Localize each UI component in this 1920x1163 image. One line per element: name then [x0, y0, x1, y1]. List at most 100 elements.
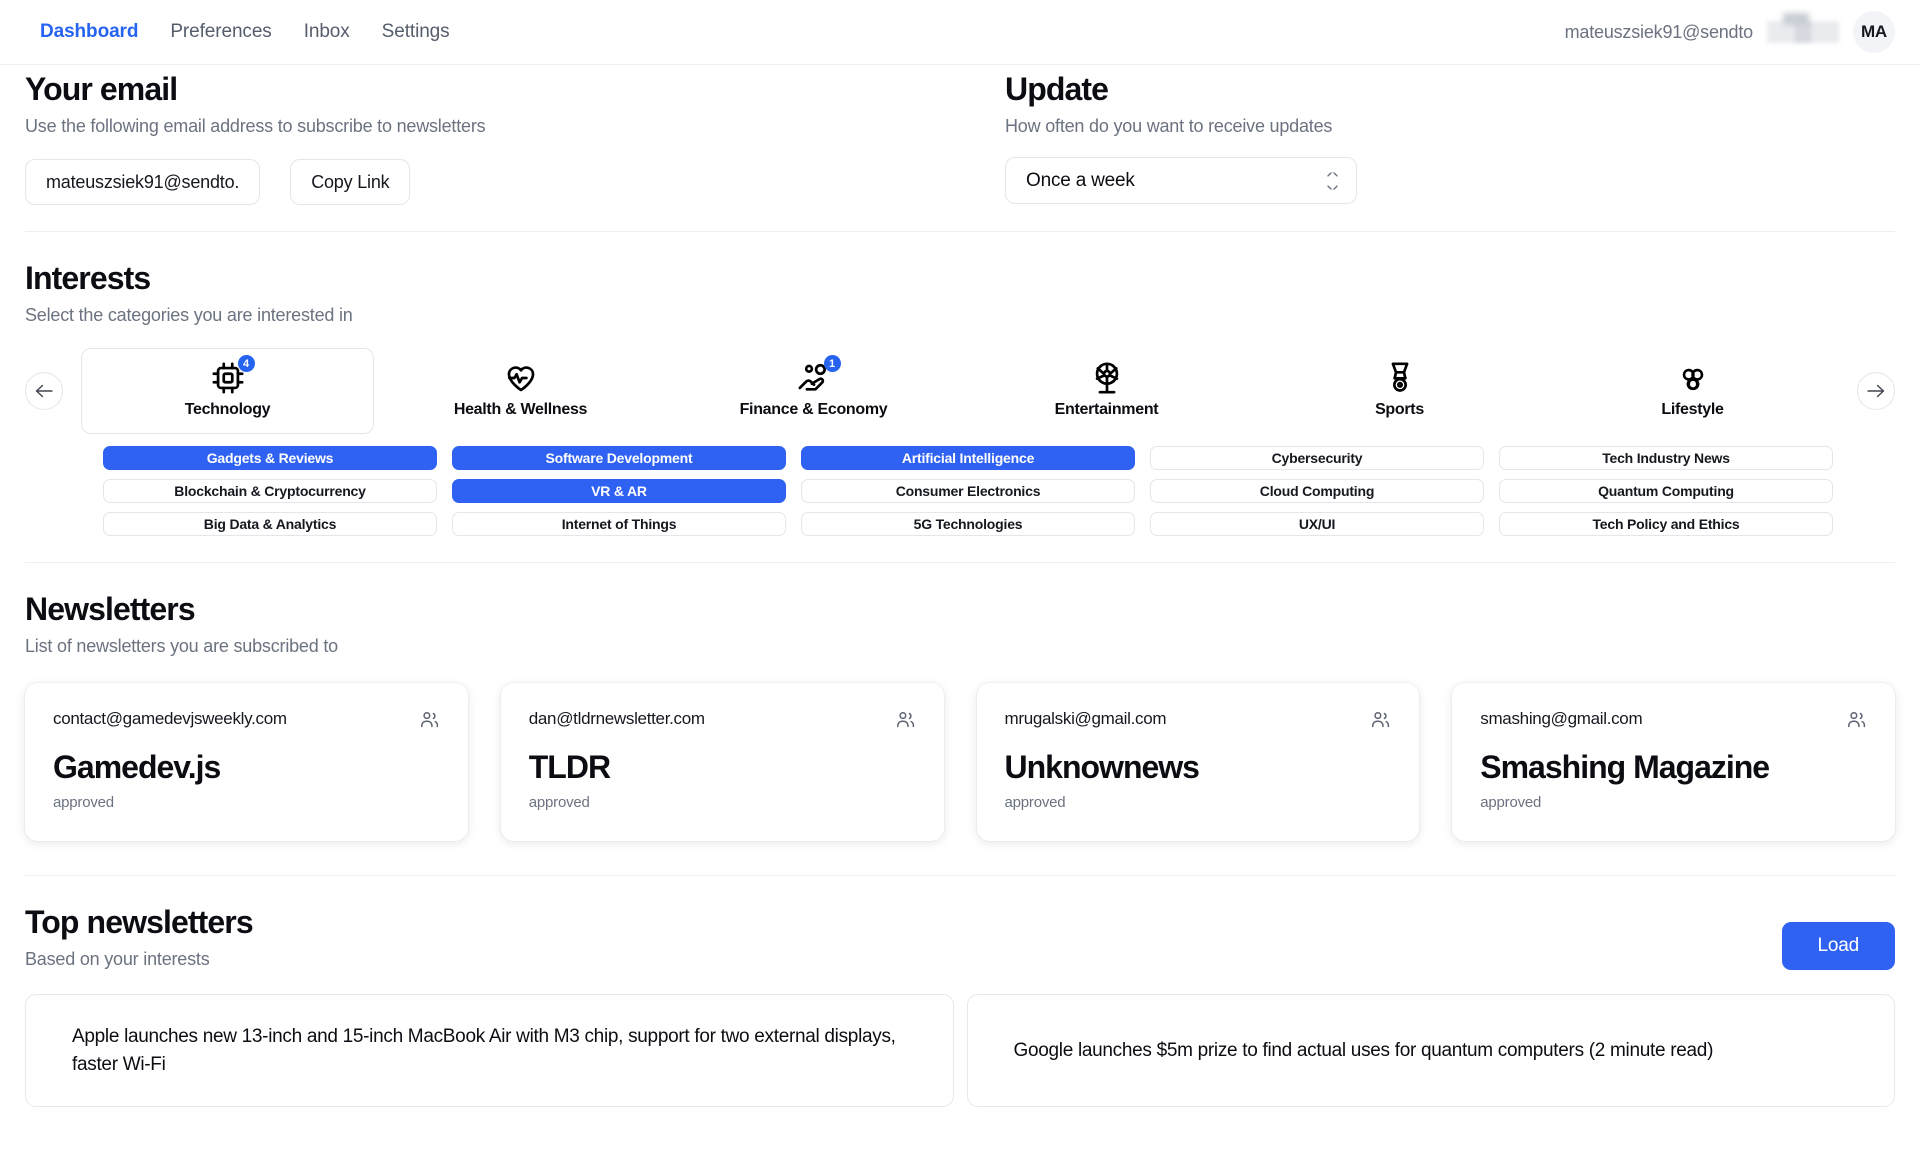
- newsletter-card-email: contact@gamedevjsweekly.com: [53, 709, 287, 729]
- email-address-field[interactable]: mateuszsiek91@sendto.: [25, 159, 260, 205]
- newsletter-card-status: approved: [53, 794, 440, 811]
- category-badge-technology: 4: [238, 355, 255, 372]
- chip-gadgets-reviews[interactable]: Gadgets & Reviews: [103, 446, 437, 470]
- newsletter-card-name: TLDR: [529, 749, 916, 786]
- chip-quantum-computing[interactable]: Quantum Computing: [1499, 479, 1833, 503]
- newsletter-card-status: approved: [529, 794, 916, 811]
- top-newsletters-title: Top newsletters: [25, 904, 253, 941]
- category-badge-finance: 1: [824, 355, 841, 372]
- your-email-title: Your email: [25, 71, 1005, 108]
- chip-tech-industry-news[interactable]: Tech Industry News: [1499, 446, 1833, 470]
- medal-icon: [1383, 361, 1417, 395]
- cpu-icon: 4: [211, 361, 245, 395]
- category-label-finance-economy: Finance & Economy: [740, 401, 888, 419]
- update-block: Update How often do you want to receive …: [1005, 71, 1895, 205]
- nav-link-preferences[interactable]: Preferences: [170, 21, 271, 43]
- chip-tech-policy-ethics[interactable]: Tech Policy and Ethics: [1499, 512, 1833, 536]
- update-frequency-value: Once a week: [1026, 170, 1135, 192]
- category-entertainment[interactable]: Entertainment: [960, 348, 1253, 434]
- newsletter-card[interactable]: smashing@gmail.com Smashing Magazine app…: [1452, 683, 1895, 841]
- update-subtitle: How often do you want to receive updates: [1005, 116, 1895, 137]
- chip-cybersecurity[interactable]: Cybersecurity: [1150, 446, 1484, 470]
- interests-title: Interests: [25, 260, 1895, 297]
- users-icon[interactable]: [1370, 709, 1391, 735]
- interests-subtitle: Select the categories you are interested…: [25, 305, 1895, 326]
- arrow-left-icon: [35, 384, 53, 398]
- newsletter-card[interactable]: dan@tldrnewsletter.com TLDR approved: [501, 683, 944, 841]
- users-icon[interactable]: [419, 709, 440, 735]
- nav-link-inbox[interactable]: Inbox: [304, 21, 350, 43]
- category-label-lifestyle: Lifestyle: [1661, 401, 1723, 419]
- top-newsletters-heading-block: Top newsletters Based on your interests: [25, 904, 253, 970]
- your-email-subtitle: Use the following email address to subsc…: [25, 116, 1005, 137]
- category-label-sports: Sports: [1375, 401, 1424, 419]
- user-area: mateuszsiek91@sendto MA: [1565, 11, 1895, 53]
- newsletter-card-name: Smashing Magazine: [1480, 749, 1867, 786]
- users-icon[interactable]: [1846, 709, 1867, 735]
- email-update-section: Your email Use the following email addre…: [25, 65, 1895, 205]
- article-card[interactable]: Apple launches new 13-inch and 15-inch M…: [25, 994, 954, 1107]
- heart-pulse-icon: [504, 361, 538, 395]
- chip-5g-technologies[interactable]: 5G Technologies: [801, 512, 1135, 536]
- chip-vr-ar[interactable]: VR & AR: [452, 479, 786, 503]
- category-label-health-wellness: Health & Wellness: [454, 401, 587, 419]
- newsletter-card-status: approved: [1005, 794, 1392, 811]
- category-finance-economy[interactable]: 1 Finance & Economy: [667, 348, 960, 434]
- category-label-technology: Technology: [185, 401, 271, 419]
- newsletters-section: Newsletters List of newsletters you are …: [25, 563, 1895, 876]
- newsletter-card-email: mrugalski@gmail.com: [1005, 709, 1167, 729]
- chip-big-data-analytics[interactable]: Big Data & Analytics: [103, 512, 437, 536]
- category-carousel: 4 Technology Health & Wellness: [25, 348, 1895, 434]
- article-title: Google launches $5m prize to find actual…: [1014, 1037, 1714, 1065]
- article-title: Apple launches new 13-inch and 15-inch M…: [72, 1023, 907, 1078]
- article-card[interactable]: Google launches $5m prize to find actual…: [967, 994, 1896, 1107]
- newsletters-subtitle: List of newsletters you are subscribed t…: [25, 636, 1895, 657]
- flower-icon: [1676, 361, 1710, 395]
- avatar[interactable]: MA: [1853, 11, 1895, 53]
- user-email-label: mateuszsiek91@sendto: [1565, 22, 1753, 43]
- chip-internet-of-things[interactable]: Internet of Things: [452, 512, 786, 536]
- category-technology[interactable]: 4 Technology: [81, 348, 374, 434]
- newsletter-card[interactable]: mrugalski@gmail.com Unknownews approved: [977, 683, 1420, 841]
- newsletter-card-email: dan@tldrnewsletter.com: [529, 709, 705, 729]
- category-health-wellness[interactable]: Health & Wellness: [374, 348, 667, 434]
- newsletter-card-list: contact@gamedevjsweekly.com Gamedev.js a…: [25, 683, 1895, 849]
- interests-section: Interests Select the categories you are …: [25, 232, 1895, 563]
- category-lifestyle[interactable]: Lifestyle: [1546, 348, 1839, 434]
- chip-software-development[interactable]: Software Development: [452, 446, 786, 470]
- newsletter-card-status: approved: [1480, 794, 1867, 811]
- redacted-text-block: [1767, 21, 1839, 43]
- top-newsletters-section: Top newsletters Based on your interests …: [25, 876, 1895, 1107]
- arrow-right-icon: [1867, 384, 1885, 398]
- chip-cloud-computing[interactable]: Cloud Computing: [1150, 479, 1484, 503]
- newsletter-card-name: Gamedev.js: [53, 749, 440, 786]
- update-title: Update: [1005, 71, 1895, 108]
- your-email-block: Your email Use the following email addre…: [25, 71, 1005, 205]
- chevron-updown-icon: [1327, 172, 1338, 189]
- nav-link-settings[interactable]: Settings: [382, 21, 450, 43]
- carousel-prev-button[interactable]: [25, 372, 63, 410]
- category-label-entertainment: Entertainment: [1055, 401, 1159, 419]
- main-nav: Dashboard Preferences Inbox Settings: [40, 21, 450, 43]
- newsletters-title: Newsletters: [25, 591, 1895, 628]
- category-sports[interactable]: Sports: [1253, 348, 1546, 434]
- newsletter-card[interactable]: contact@gamedevjsweekly.com Gamedev.js a…: [25, 683, 468, 841]
- newsletter-card-name: Unknownews: [1005, 749, 1392, 786]
- chip-ux-ui[interactable]: UX/UI: [1150, 512, 1484, 536]
- carousel-next-button[interactable]: [1857, 372, 1895, 410]
- ferris-wheel-icon: [1090, 361, 1124, 395]
- chip-artificial-intelligence[interactable]: Artificial Intelligence: [801, 446, 1135, 470]
- load-button[interactable]: Load: [1782, 922, 1895, 970]
- nav-link-dashboard[interactable]: Dashboard: [40, 21, 138, 43]
- chip-consumer-electronics[interactable]: Consumer Electronics: [801, 479, 1135, 503]
- users-icon[interactable]: [895, 709, 916, 735]
- copy-link-button[interactable]: Copy Link: [290, 159, 410, 205]
- top-navigation-bar: Dashboard Preferences Inbox Settings mat…: [0, 0, 1920, 65]
- update-frequency-select[interactable]: Once a week: [1005, 157, 1357, 204]
- chip-blockchain-cryptocurrency[interactable]: Blockchain & Cryptocurrency: [103, 479, 437, 503]
- top-newsletters-subtitle: Based on your interests: [25, 949, 253, 970]
- newsletter-card-email: smashing@gmail.com: [1480, 709, 1642, 729]
- category-track: 4 Technology Health & Wellness: [81, 348, 1839, 434]
- hand-coin-icon: 1: [797, 361, 831, 395]
- interest-chip-grid: Gadgets & Reviews Software Development A…: [25, 446, 1895, 536]
